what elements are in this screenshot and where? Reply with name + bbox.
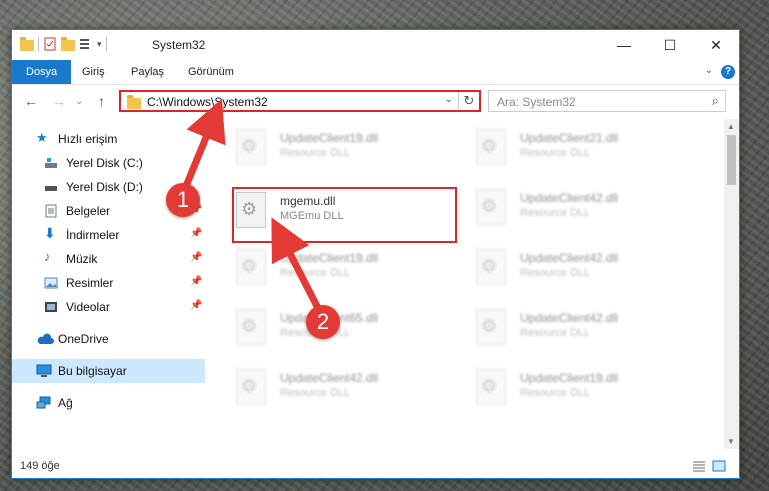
step-badge-1: 1 bbox=[166, 183, 200, 217]
arrow-to-file bbox=[271, 217, 326, 318]
annotation-arrows bbox=[178, 98, 326, 318]
step-badge-2: 2 bbox=[306, 305, 340, 339]
